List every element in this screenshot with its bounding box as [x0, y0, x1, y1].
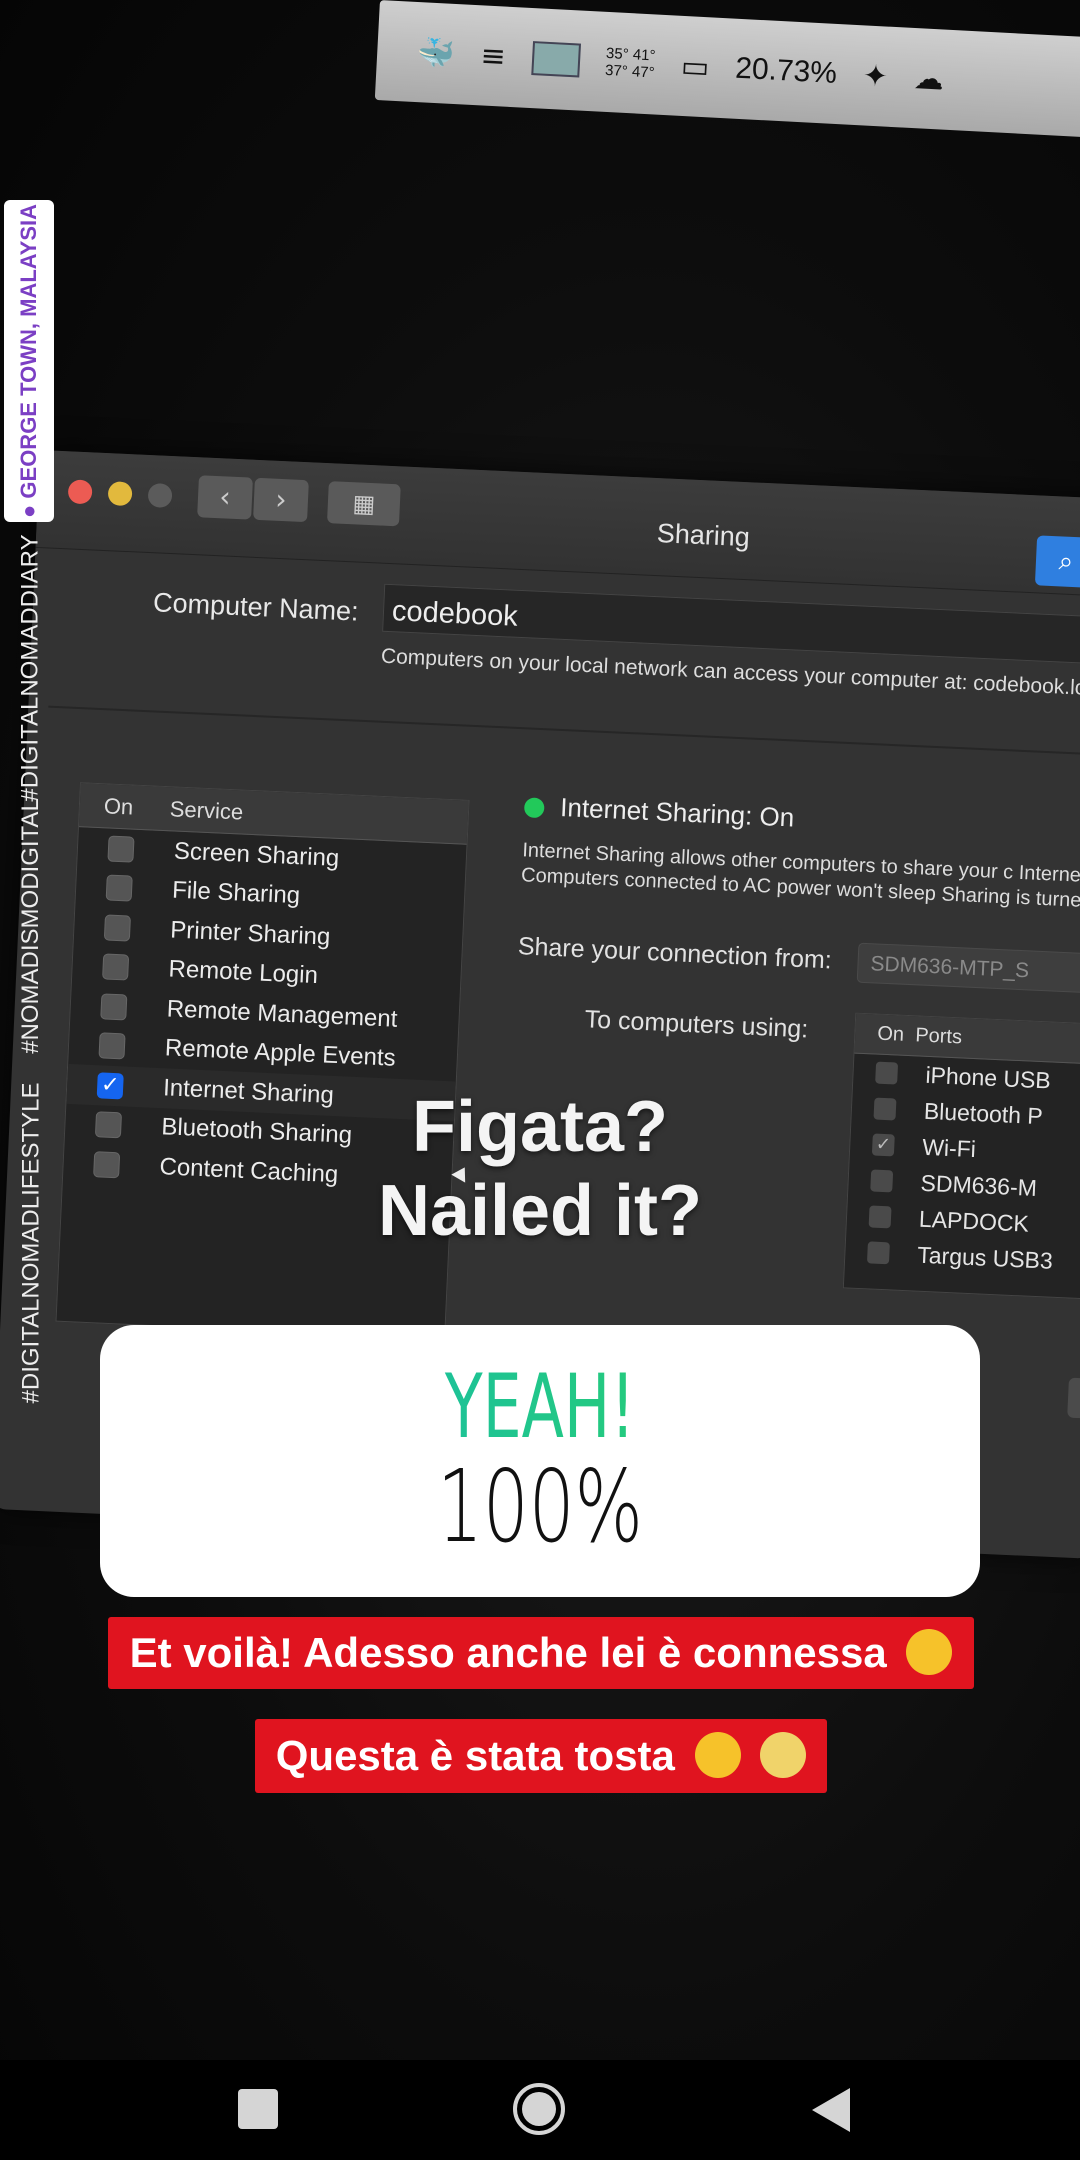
- location-sticker[interactable]: ● GEORGE TOWN, MALAYSIA: [4, 200, 54, 522]
- service-label: Bluetooth Sharing: [160, 1113, 353, 1150]
- service-list: On Service Screen Sharing File Sharing Pri…: [55, 782, 470, 1340]
- cloud-icon: ☁: [913, 60, 945, 98]
- service-label: Internet Sharing: [162, 1074, 335, 1109]
- recents-button[interactable]: [238, 2089, 278, 2129]
- hashtag-sticker[interactable]: #NOMADISMODIGITAL: [14, 798, 48, 1054]
- minimize-button[interactable]: [107, 481, 133, 507]
- service-description: Internet Sharing allows other computers …: [520, 839, 1080, 914]
- port-checkbox[interactable]: ✓: [871, 1133, 895, 1157]
- nerd-face-emoji-icon: [906, 1628, 953, 1675]
- back-nav-button[interactable]: [812, 2088, 850, 2132]
- stack-icon: ≡: [479, 37, 507, 75]
- home-button[interactable]: [513, 2083, 565, 2135]
- caption-connected: Et voilà! Adesso anche lei è connessa: [108, 1617, 974, 1689]
- service-checkbox[interactable]: [93, 1150, 121, 1179]
- story-question-text: Figata? Nailed it?: [360, 1085, 720, 1253]
- to-computers-label: To computers using:: [584, 1005, 809, 1044]
- column-service[interactable]: Service: [169, 796, 468, 835]
- question-line-2: Nailed it?: [377, 1171, 703, 1251]
- service-label: Content Caching: [159, 1152, 339, 1189]
- service-checkbox[interactable]: ✓: [96, 1072, 124, 1100]
- question-line-1: Figata?: [411, 1087, 668, 1167]
- dropbox-icon: ✦: [861, 57, 889, 95]
- hashtag-text: #DIGITALNOMADLIFESTYLE: [17, 1082, 44, 1403]
- battery-icon: ▭: [680, 48, 711, 85]
- show-all-grid-icon[interactable]: ▦: [326, 481, 401, 527]
- mac-menubar: 🐳 ≡ 35° 41° 37° 47° ▭ 20.73% ✦ ☁: [374, 0, 1080, 140]
- close-button[interactable]: [67, 479, 93, 505]
- status-indicator: [523, 797, 545, 819]
- service-label: File Sharing: [171, 876, 301, 910]
- battery-percent: 20.73%: [734, 51, 838, 90]
- service-checkbox[interactable]: [94, 1111, 123, 1139]
- service-label: Printer Sharing: [169, 916, 331, 951]
- share-from-label: Share your connection from:: [517, 932, 833, 975]
- port-label: Bluetooth P: [923, 1097, 1044, 1129]
- ports-list: On Ports iPhone USB Bluetooth P ✓ Wi-Fi SDM6…: [842, 1012, 1080, 1302]
- port-label: LAPDOCK: [918, 1205, 1030, 1237]
- service-label: Remote Management: [166, 995, 398, 1033]
- port-checkbox[interactable]: [873, 1097, 897, 1121]
- service-checkbox[interactable]: [105, 874, 133, 902]
- hashtag-sticker[interactable]: #DIGITALNOMADDIARY: [14, 534, 48, 801]
- share-from-select[interactable]: SDM636-MTP_S: [856, 942, 1080, 997]
- docker-icon: 🐳: [416, 34, 456, 72]
- port-checkbox[interactable]: [875, 1061, 899, 1085]
- location-label: GEORGE TOWN, MALAYSIA: [16, 204, 41, 499]
- window-title: Sharing: [656, 518, 751, 553]
- section-divider: [48, 705, 1080, 757]
- status-text: Internet Sharing: On: [559, 791, 795, 833]
- service-checkbox[interactable]: [98, 1032, 126, 1060]
- port-label: SDM636-M: [920, 1169, 1038, 1201]
- confounded-face-emoji-icon: [694, 1731, 741, 1778]
- hashtag-text: #NOMADISMODIGITAL: [17, 797, 44, 1054]
- service-label: Remote Login: [167, 955, 319, 990]
- hashtag-sticker[interactable]: #DIGITALNOMADLIFESTYLE: [14, 1080, 48, 1405]
- poll-answer: YEAH!: [197, 1359, 883, 1455]
- hashtag-text: #DIGITALNOMADDIARY: [17, 534, 45, 802]
- port-checkbox[interactable]: [870, 1169, 894, 1193]
- temperature-readout: 35° 41° 37° 47°: [605, 45, 656, 82]
- screaming-face-emoji-icon: [760, 1731, 807, 1778]
- port-checkbox[interactable]: [868, 1205, 892, 1229]
- story-photo: 🐳 ≡ 35° 41° 37° 47° ▭ 20.73% ✦ ☁ ‹ › ▦ S…: [0, 0, 1080, 2060]
- display-icon: [530, 41, 581, 78]
- port-label: Targus USB3: [916, 1241, 1054, 1274]
- location-text: ● GEORGE TOWN, MALAYSIA: [16, 204, 41, 518]
- poll-percent: 100%: [437, 1448, 643, 1565]
- service-label: Remote Apple Events: [164, 1034, 397, 1072]
- caption-tough-text: Questa è stata tosta: [275, 1732, 675, 1779]
- caption-connected-text: Et voilà! Adesso anche lei è connessa: [129, 1629, 887, 1676]
- port-label: Wi-Fi: [921, 1133, 977, 1162]
- zoom-button[interactable]: [147, 482, 173, 509]
- port-label: iPhone USB: [925, 1061, 1052, 1093]
- computer-name-label: Computer Name:: [152, 587, 360, 627]
- column-ports[interactable]: Ports: [915, 1024, 963, 1049]
- column-on[interactable]: On: [79, 792, 170, 822]
- forward-button[interactable]: ›: [253, 477, 309, 523]
- column-on[interactable]: On: [855, 1022, 916, 1048]
- poll-sticker[interactable]: YEAH! 100%: [100, 1325, 980, 1597]
- back-button[interactable]: ‹: [197, 475, 253, 520]
- service-label: Screen Sharing: [173, 837, 340, 872]
- service-checkbox[interactable]: [102, 953, 130, 981]
- service-checkbox[interactable]: [100, 993, 128, 1021]
- search-icon[interactable]: ⌕: [1034, 535, 1080, 588]
- caption-tough: Questa è stata tosta: [255, 1719, 827, 1793]
- port-checkbox[interactable]: [866, 1241, 890, 1265]
- window-button[interactable]: [1067, 1377, 1080, 1421]
- service-checkbox[interactable]: [103, 914, 131, 942]
- service-checkbox[interactable]: [107, 835, 135, 863]
- window-titlebar: ‹ › ▦ Sharing ⌕: [35, 450, 1080, 598]
- temps-bottom: 37° 47°: [604, 61, 656, 82]
